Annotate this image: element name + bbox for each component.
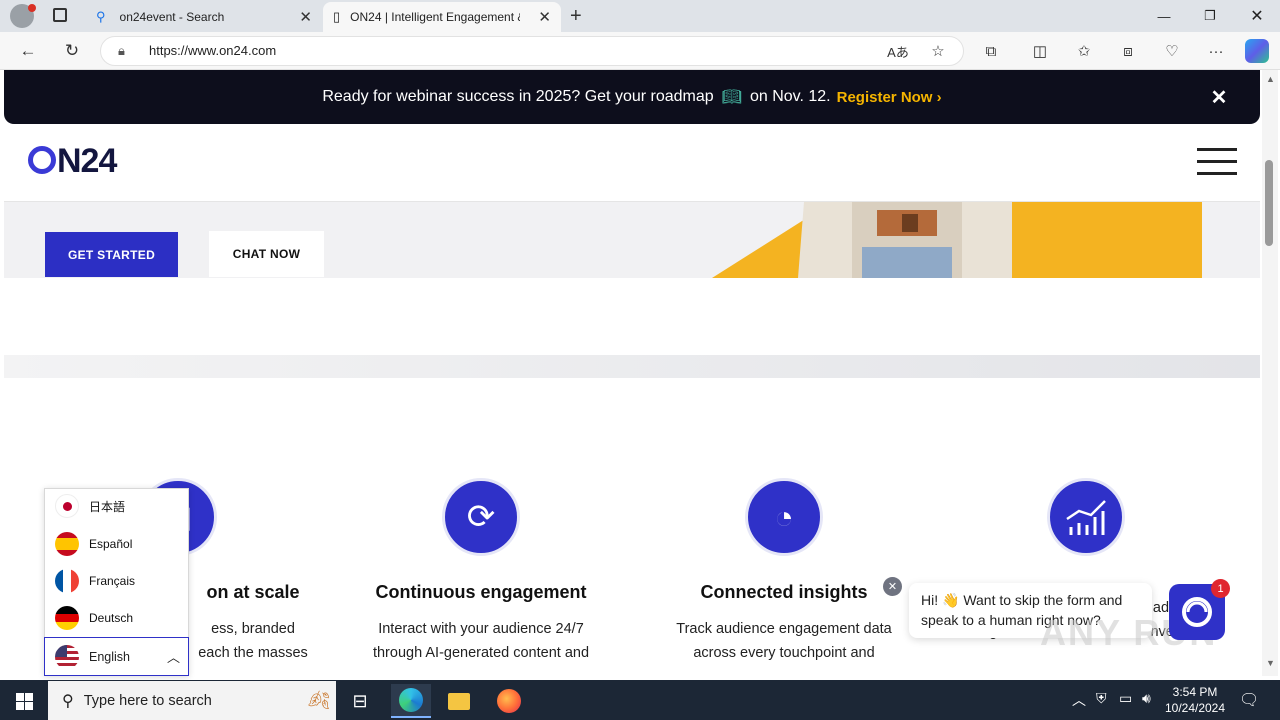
promo-banner: Ready for webinar success in 2025? Get y…	[4, 70, 1260, 124]
spain-flag-icon	[55, 532, 79, 556]
scroll-up-icon[interactable]: ▲	[1266, 74, 1275, 84]
close-chat-prompt-icon[interactable]: ✕	[883, 577, 902, 596]
network-icon[interactable]: ▭	[1119, 690, 1132, 707]
feature-text-line: through AI-generated content and	[372, 645, 590, 661]
banner-date: on Nov. 12.	[749, 88, 831, 105]
minimize-icon[interactable]: —	[1141, 0, 1187, 32]
performance-icon[interactable]: ♡	[1160, 40, 1184, 62]
back-icon[interactable]: ←	[15, 40, 41, 62]
feature-text-line: each the masses	[198, 645, 308, 661]
notification-dot-icon	[28, 4, 36, 12]
feature-column: ⟳ Continuous engagement Interact with yo…	[331, 478, 631, 665]
favorite-star-icon[interactable]: ☆	[926, 40, 950, 62]
register-now-link[interactable]: Register Now ›	[837, 89, 942, 106]
selected-language: English	[89, 649, 130, 664]
volume-icon[interactable]: 🔊︎	[1142, 690, 1151, 707]
germany-flag-icon	[55, 606, 79, 630]
language-option-german[interactable]: Deutsch	[55, 605, 185, 631]
tab-title: on24event - Search	[119, 10, 225, 24]
clock-time: 3:54 PM	[1172, 685, 1218, 699]
tray-overflow-icon[interactable]: ︿	[1072, 690, 1086, 710]
close-tab-icon[interactable]: ✕	[538, 8, 551, 26]
edge-browser-icon[interactable]	[391, 684, 431, 718]
url-text[interactable]: https://www.on24.com	[149, 43, 276, 58]
chat-now-button[interactable]: CHAT NOW	[209, 231, 324, 277]
notifications-icon[interactable]: 🗨︎	[1239, 690, 1259, 710]
language-label: Français	[89, 574, 136, 588]
split-screen-icon[interactable]: ◫	[1028, 40, 1052, 62]
pie-chart-icon: ◔	[745, 478, 823, 556]
new-tab-icon[interactable]: +	[570, 5, 582, 28]
france-flag-icon	[55, 569, 79, 593]
windows-start-icon[interactable]	[4, 684, 44, 718]
language-label: Deutsch	[89, 611, 134, 625]
section-divider	[4, 355, 1260, 378]
language-option-japanese[interactable]: 日本語	[55, 493, 185, 519]
get-started-button[interactable]: GET STARTED	[45, 232, 178, 277]
scroll-down-icon[interactable]: ▼	[1266, 658, 1275, 668]
tab-on24[interactable]: ▯ ON24 | Intelligent Engagement & ✕	[323, 2, 561, 32]
language-label: Español	[89, 537, 133, 551]
clock-date: 10/24/2024	[1164, 701, 1226, 715]
firefox-icon[interactable]	[489, 684, 529, 718]
japan-flag-icon	[55, 494, 79, 518]
taskbar-search-box[interactable]: ⚲ Type here to search 🍂︎	[48, 681, 336, 720]
leaves-decoration-icon: 🍂︎	[307, 690, 330, 710]
clock[interactable]: 3:54 PM 10/24/2024	[1160, 684, 1230, 716]
feature-text-line: ess, branded	[211, 621, 295, 637]
tab-actions-icon[interactable]	[53, 8, 67, 22]
hamburger-menu-icon[interactable]	[1197, 148, 1237, 176]
security-tray-icon[interactable]: ⛨	[1096, 690, 1107, 707]
close-banner-icon[interactable]: ✕	[1206, 84, 1232, 110]
more-menu-icon[interactable]: ···	[1204, 40, 1228, 62]
search-tab-icon: ⚲	[96, 9, 106, 24]
file-explorer-icon[interactable]	[439, 684, 479, 718]
task-view-icon[interactable]: ⊟	[340, 684, 380, 718]
on24-logo[interactable]: N24	[28, 142, 117, 181]
tab-title: ON24 | Intelligent Engagement &	[350, 10, 521, 24]
collections-icon[interactable]: ⧈	[1116, 40, 1140, 62]
logo-text: N24	[57, 142, 117, 180]
us-flag-icon	[55, 644, 79, 669]
close-window-icon[interactable]: ✕	[1234, 0, 1280, 32]
search-placeholder: Type here to search	[83, 692, 212, 709]
book-icon: 📖︎	[721, 89, 742, 106]
growth-chart-icon	[1047, 478, 1125, 556]
tab-search[interactable]: ⚲ on24event - Search ✕	[86, 2, 322, 32]
language-option-spanish[interactable]: Español	[55, 531, 185, 557]
favorites-icon[interactable]: ✩	[1072, 40, 1096, 62]
chat-icon	[1182, 597, 1212, 627]
read-aloud-icon[interactable]: Aあ	[886, 40, 910, 62]
hero-image	[712, 202, 1212, 278]
feature-text-line: Interact with your audience 24/7	[378, 621, 584, 637]
feature-title: Continuous engagement	[375, 582, 587, 602]
language-label: 日本語	[89, 499, 126, 514]
close-tab-icon[interactable]: ✕	[299, 8, 312, 26]
extensions-icon[interactable]: ⧉	[979, 40, 1003, 62]
logo-circle-icon	[28, 146, 56, 174]
lock-icon[interactable]: 🔒︎	[118, 43, 125, 59]
language-selector[interactable]: English ︿	[44, 637, 189, 676]
chat-notification-badge: 1	[1211, 579, 1230, 598]
feature-text-line: across every touchpoint and	[693, 645, 875, 661]
language-option-french[interactable]: Français	[55, 568, 185, 594]
feature-text-line: Track audience engagement data	[676, 621, 892, 637]
chevron-up-icon: ︿	[166, 650, 180, 665]
feature-column: ◔ Connected insights Track audience enga…	[634, 478, 934, 665]
refresh-icon[interactable]: ↻	[59, 40, 85, 62]
site-header	[4, 124, 1260, 202]
page-tab-icon: ▯	[333, 9, 341, 24]
search-icon: ⚲	[62, 692, 74, 710]
banner-text: Ready for webinar success in 2025? Get y…	[322, 88, 714, 105]
refresh-cycle-icon: ⟳	[442, 478, 520, 556]
copilot-icon[interactable]	[1245, 39, 1269, 63]
restore-icon[interactable]: ❐	[1187, 0, 1233, 32]
scrollbar-thumb[interactable]	[1265, 160, 1273, 246]
